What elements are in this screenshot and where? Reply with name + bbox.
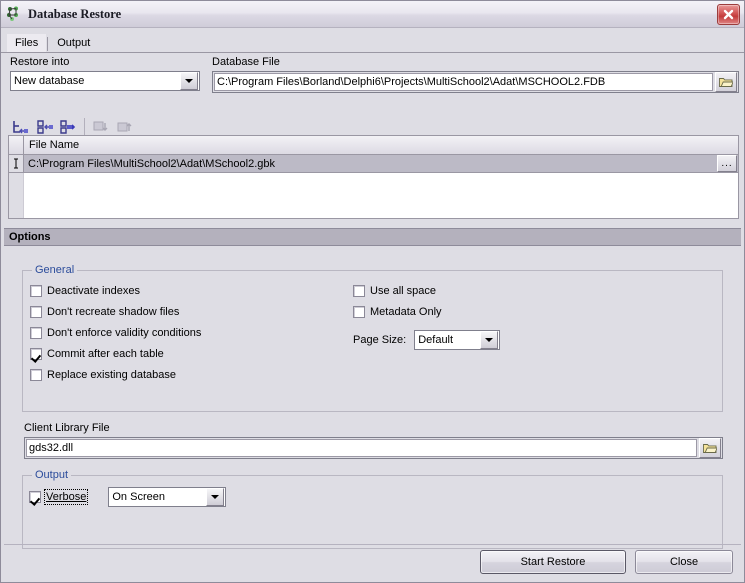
dialog-button-bar: Start Restore Close bbox=[4, 544, 741, 579]
grid-empty-indicator bbox=[9, 173, 24, 218]
general-group: General Deactivate indexes Don't recreat… bbox=[22, 264, 723, 412]
grid-header-indicator bbox=[9, 136, 24, 154]
grid-column-file-name[interactable]: File Name bbox=[24, 139, 79, 151]
database-file-field bbox=[212, 71, 739, 93]
page-size-label: Page Size: bbox=[353, 334, 407, 346]
general-group-label: General bbox=[32, 264, 78, 276]
close-button[interactable]: Close bbox=[635, 550, 733, 574]
checkbox-replace-existing-database[interactable]: Replace existing database bbox=[30, 369, 201, 381]
checkbox-box[interactable] bbox=[30, 369, 42, 381]
verbose-accelerator: Verbose bbox=[46, 491, 87, 503]
output-group: Output Verbose On Screen bbox=[22, 469, 723, 549]
cell-file-name[interactable]: C:\Program Files\MultiSchool2\Adat\MScho… bbox=[24, 158, 717, 170]
tab-output-label: Output bbox=[57, 37, 91, 49]
checkbox-box[interactable] bbox=[30, 327, 42, 339]
database-file-input[interactable] bbox=[214, 73, 713, 91]
page-size-combo[interactable]: Default bbox=[414, 330, 501, 350]
checkbox-box[interactable] bbox=[30, 285, 42, 297]
client-library-label: Client Library File bbox=[24, 422, 110, 434]
database-file-label: Database File bbox=[212, 56, 280, 68]
client-library-field bbox=[24, 437, 723, 459]
checkbox-label: Use all space bbox=[370, 285, 437, 297]
chevron-down-icon[interactable] bbox=[206, 488, 225, 506]
output-destination-value: On Screen bbox=[112, 491, 165, 503]
open-folder-icon[interactable] bbox=[715, 72, 737, 92]
page-size-value: Default bbox=[418, 334, 454, 346]
checkbox-box[interactable] bbox=[30, 348, 42, 360]
checkbox-dont-enforce-validity-conditions[interactable]: Don't enforce validity conditions bbox=[30, 327, 201, 339]
start-restore-label: Start Restore bbox=[520, 556, 586, 568]
checkbox-use-all-space[interactable]: Use all space bbox=[353, 285, 500, 297]
files-pane: Restore into New database Database File bbox=[4, 50, 741, 246]
restore-into-combo[interactable]: New database bbox=[10, 71, 200, 91]
files-grid[interactable]: File Name C:\Program Files\MultiSchool2\… bbox=[8, 135, 739, 219]
checkbox-metadata-only[interactable]: Metadata Only bbox=[353, 306, 500, 318]
checkbox-label: Don't recreate shadow files bbox=[47, 306, 180, 318]
checkbox-commit-after-each-table[interactable]: Commit after each table bbox=[30, 348, 201, 360]
title-bar: Database Restore bbox=[1, 1, 744, 28]
close-icon[interactable] bbox=[717, 4, 740, 25]
checkbox-label: Commit after each table bbox=[47, 348, 164, 360]
table-row[interactable]: C:\Program Files\MultiSchool2\Adat\MScho… bbox=[9, 155, 738, 173]
options-section-header: Options bbox=[4, 228, 741, 246]
checkbox-label: Deactivate indexes bbox=[47, 285, 140, 297]
grid-empty-area bbox=[9, 173, 738, 218]
output-destination-combo[interactable]: On Screen bbox=[108, 487, 227, 507]
window-title: Database Restore bbox=[28, 6, 122, 21]
row-indicator-icon bbox=[9, 155, 24, 172]
file-browse-ellipsis-button[interactable]: ... bbox=[717, 155, 737, 172]
checkbox-deactivate-indexes[interactable]: Deactivate indexes bbox=[30, 285, 201, 297]
grid-header-row: File Name bbox=[9, 136, 738, 155]
checkbox-box[interactable] bbox=[30, 306, 42, 318]
restore-into-label: Restore into bbox=[10, 56, 70, 68]
checkbox-label: Don't enforce validity conditions bbox=[47, 327, 202, 339]
checkbox-verbose-box[interactable] bbox=[29, 491, 41, 503]
close-button-label: Close bbox=[669, 556, 699, 568]
restore-into-value: New database bbox=[14, 75, 85, 87]
start-restore-button[interactable]: Start Restore bbox=[480, 550, 626, 574]
checkbox-label: Replace existing database bbox=[47, 369, 177, 381]
database-restore-window: Database Restore Files Output Restore in… bbox=[0, 0, 745, 583]
client-library-input[interactable] bbox=[26, 439, 697, 457]
chevron-down-icon[interactable] bbox=[480, 331, 499, 349]
options-header-label: Options bbox=[9, 231, 51, 243]
checkbox-verbose-label: Verbose bbox=[43, 489, 89, 505]
client-library-section: Client Library File bbox=[24, 422, 723, 459]
tab-files-label: Files bbox=[15, 37, 39, 49]
checkbox-box[interactable] bbox=[353, 306, 365, 318]
open-folder-icon[interactable] bbox=[699, 438, 721, 458]
toolbar-separator bbox=[84, 118, 85, 136]
checkbox-dont-recreate-shadow-files[interactable]: Don't recreate shadow files bbox=[30, 306, 201, 318]
checkbox-label: Metadata Only bbox=[370, 306, 442, 318]
dialog-body: Restore into New database Database File bbox=[4, 50, 741, 549]
options-pane: General Deactivate indexes Don't recreat… bbox=[4, 250, 741, 549]
checkbox-box[interactable] bbox=[353, 285, 365, 297]
output-group-label: Output bbox=[32, 469, 72, 481]
network-nodes-icon bbox=[6, 6, 24, 22]
tab-separator bbox=[47, 37, 49, 51]
chevron-down-icon[interactable] bbox=[180, 72, 198, 90]
